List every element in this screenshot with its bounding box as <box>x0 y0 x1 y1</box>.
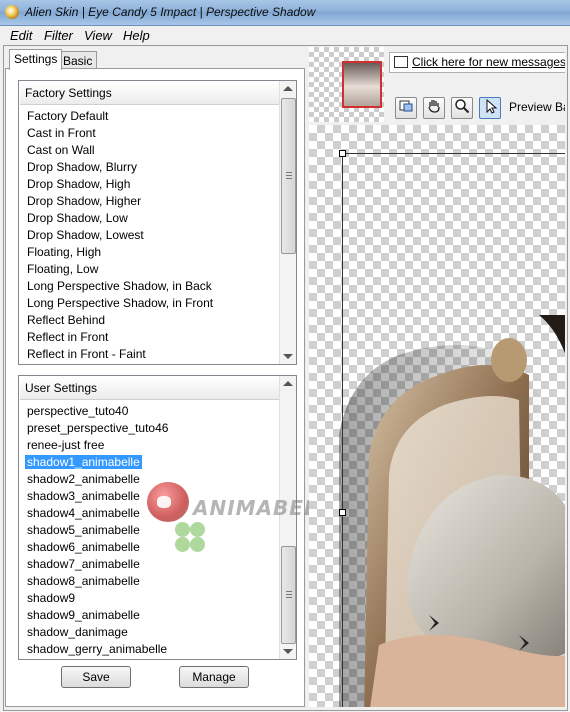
list-item-label: Floating, High <box>27 245 102 259</box>
scroll-down-icon[interactable] <box>283 649 293 654</box>
menu-view[interactable]: View <box>84 28 112 43</box>
list-item[interactable]: perspective_tuto40 <box>20 403 279 420</box>
menu-help[interactable]: Help <box>123 28 150 43</box>
navigator-thumbnail[interactable] <box>309 47 384 122</box>
bounding-box-edge <box>342 153 565 154</box>
list-item[interactable]: Cast in Front <box>20 125 279 142</box>
list-item-label: Drop Shadow, High <box>27 177 131 191</box>
list-item[interactable]: shadow_gerry_animabelle <box>20 641 279 658</box>
list-item[interactable]: Drop Shadow, Higher <box>20 193 279 210</box>
factory-scrollbar[interactable] <box>279 81 296 364</box>
preview-canvas[interactable] <box>309 125 565 707</box>
list-item[interactable]: Reflect Behind <box>20 312 279 329</box>
list-item-label: shadow9 <box>27 591 76 605</box>
list-item-label: Long Perspective Shadow, in Back <box>27 279 212 293</box>
preview-background-label: Preview Backgrou <box>509 100 565 114</box>
clover-icon <box>175 522 209 556</box>
scroll-down-icon[interactable] <box>283 354 293 359</box>
list-item-label: shadow1_animabelle <box>24 454 143 470</box>
settings-panel: Factory Settings Factory Default Cast in … <box>5 68 305 707</box>
ladybug-icon <box>147 482 189 522</box>
list-item-label: Cast in Front <box>27 126 96 140</box>
list-item-label: perspective_tuto40 <box>27 404 129 418</box>
window-title: Alien Skin | Eye Candy 5 Impact | Perspe… <box>25 5 316 19</box>
list-item-label: shadow5_animabelle <box>27 523 140 537</box>
list-item-label: Reflect Behind <box>27 313 106 327</box>
list-item-label: shadow4_animabelle <box>27 506 140 520</box>
list-item[interactable]: shadow1_animabelle <box>20 454 279 471</box>
resize-handle[interactable] <box>339 509 346 516</box>
resize-handle[interactable] <box>339 150 346 157</box>
messages-link[interactable]: Click here for new messages from <box>412 55 565 69</box>
list-item[interactable]: Reflect in Front - Faint <box>20 346 279 363</box>
list-item[interactable]: Drop Shadow, Blurry <box>20 159 279 176</box>
app-icon <box>5 5 19 19</box>
list-item-label: Cast on Wall <box>27 143 95 157</box>
factory-settings-header: Factory Settings <box>20 82 279 105</box>
list-item[interactable]: Factory Default <box>20 108 279 125</box>
menu-filter[interactable]: Filter <box>44 28 73 43</box>
list-item-label: Drop Shadow, Low <box>27 211 128 225</box>
list-item-label: shadow_danimage <box>27 625 128 639</box>
list-item[interactable]: renee-just free <box>20 437 279 454</box>
list-item-label: Drop Shadow, Blurry <box>27 160 138 174</box>
menu-edit[interactable]: Edit <box>10 28 32 43</box>
list-item[interactable]: Long Perspective Shadow, in Front <box>20 295 279 312</box>
list-item[interactable]: Floating, Low <box>20 261 279 278</box>
tab-settings[interactable]: Settings <box>9 49 63 70</box>
list-item[interactable]: Drop Shadow, High <box>20 176 279 193</box>
manage-button[interactable]: Manage <box>179 666 249 688</box>
user-settings-header: User Settings <box>20 377 279 400</box>
list-item[interactable]: Drop Shadow, Low <box>20 210 279 227</box>
list-item-label: shadow6_animabelle <box>27 540 140 554</box>
bounding-box-edge <box>342 153 343 707</box>
factory-settings-list[interactable]: Factory Settings Factory Default Cast in … <box>18 80 297 365</box>
list-item[interactable]: Cast on Wall <box>20 142 279 159</box>
list-item-label: shadow8_animabelle <box>27 574 140 588</box>
list-item-label: Drop Shadow, Higher <box>27 194 142 208</box>
list-item[interactable]: shadow_danimage <box>20 624 279 641</box>
list-item-label: shadow3_animabelle <box>27 489 140 503</box>
scroll-thumb[interactable] <box>281 546 296 644</box>
hand-icon[interactable] <box>423 97 445 119</box>
list-item-label: Floating, Low <box>27 262 99 276</box>
save-button[interactable]: Save <box>61 666 131 688</box>
navigator-viewport[interactable] <box>342 61 382 108</box>
list-item[interactable]: shadow9_animabelle <box>20 607 279 624</box>
list-item-label: Factory Default <box>27 109 109 123</box>
list-item-label: renee-just free <box>27 438 105 452</box>
list-item[interactable]: Long Perspective Shadow, in Back <box>20 278 279 295</box>
list-item[interactable]: preset_perspective_tuto46 <box>20 420 279 437</box>
menu-bar: Edit Filter View Help <box>0 26 570 46</box>
list-item-label: Reflect in Front <box>27 330 109 344</box>
list-item-label: preset_perspective_tuto46 <box>27 421 169 435</box>
zoom-icon[interactable] <box>451 97 473 119</box>
list-item-label: Drop Shadow, Lowest <box>27 228 144 242</box>
list-item[interactable]: shadow8_animabelle <box>20 573 279 590</box>
list-item[interactable]: Drop Shadow, Lowest <box>20 227 279 244</box>
message-icon <box>394 56 408 68</box>
list-item-label: Reflect in Front - Faint <box>27 347 146 361</box>
scroll-up-icon[interactable] <box>283 381 293 386</box>
list-item-label: shadow_gerry_animabelle <box>27 642 168 656</box>
message-bar[interactable]: Click here for new messages from <box>389 52 565 73</box>
scroll-up-icon[interactable] <box>283 86 293 91</box>
list-item[interactable]: Floating, High <box>20 244 279 261</box>
list-item[interactable]: Reflect in Front <box>20 329 279 346</box>
preview-image <box>339 315 565 707</box>
list-item-label: shadow7_animabelle <box>27 557 140 571</box>
list-item-label: Long Perspective Shadow, in Front <box>27 296 214 310</box>
title-bar: Alien Skin | Eye Candy 5 Impact | Perspe… <box>0 0 570 26</box>
list-item-label: shadow2_animabelle <box>27 472 140 486</box>
arrow-icon[interactable] <box>479 97 501 119</box>
watermark-logo: ANIMABELLE <box>135 478 345 558</box>
preview-panel: Click here for new messages from Preview… <box>309 47 565 707</box>
factory-items: Factory Default Cast in Front Cast on Wall… <box>20 108 279 363</box>
list-item[interactable]: shadow9 <box>20 590 279 607</box>
list-item[interactable]: shadow7_animabelle <box>20 556 279 573</box>
navigator-icon[interactable] <box>395 97 417 119</box>
list-item-label: shadow9_animabelle <box>27 608 140 622</box>
scroll-thumb[interactable] <box>281 98 296 254</box>
